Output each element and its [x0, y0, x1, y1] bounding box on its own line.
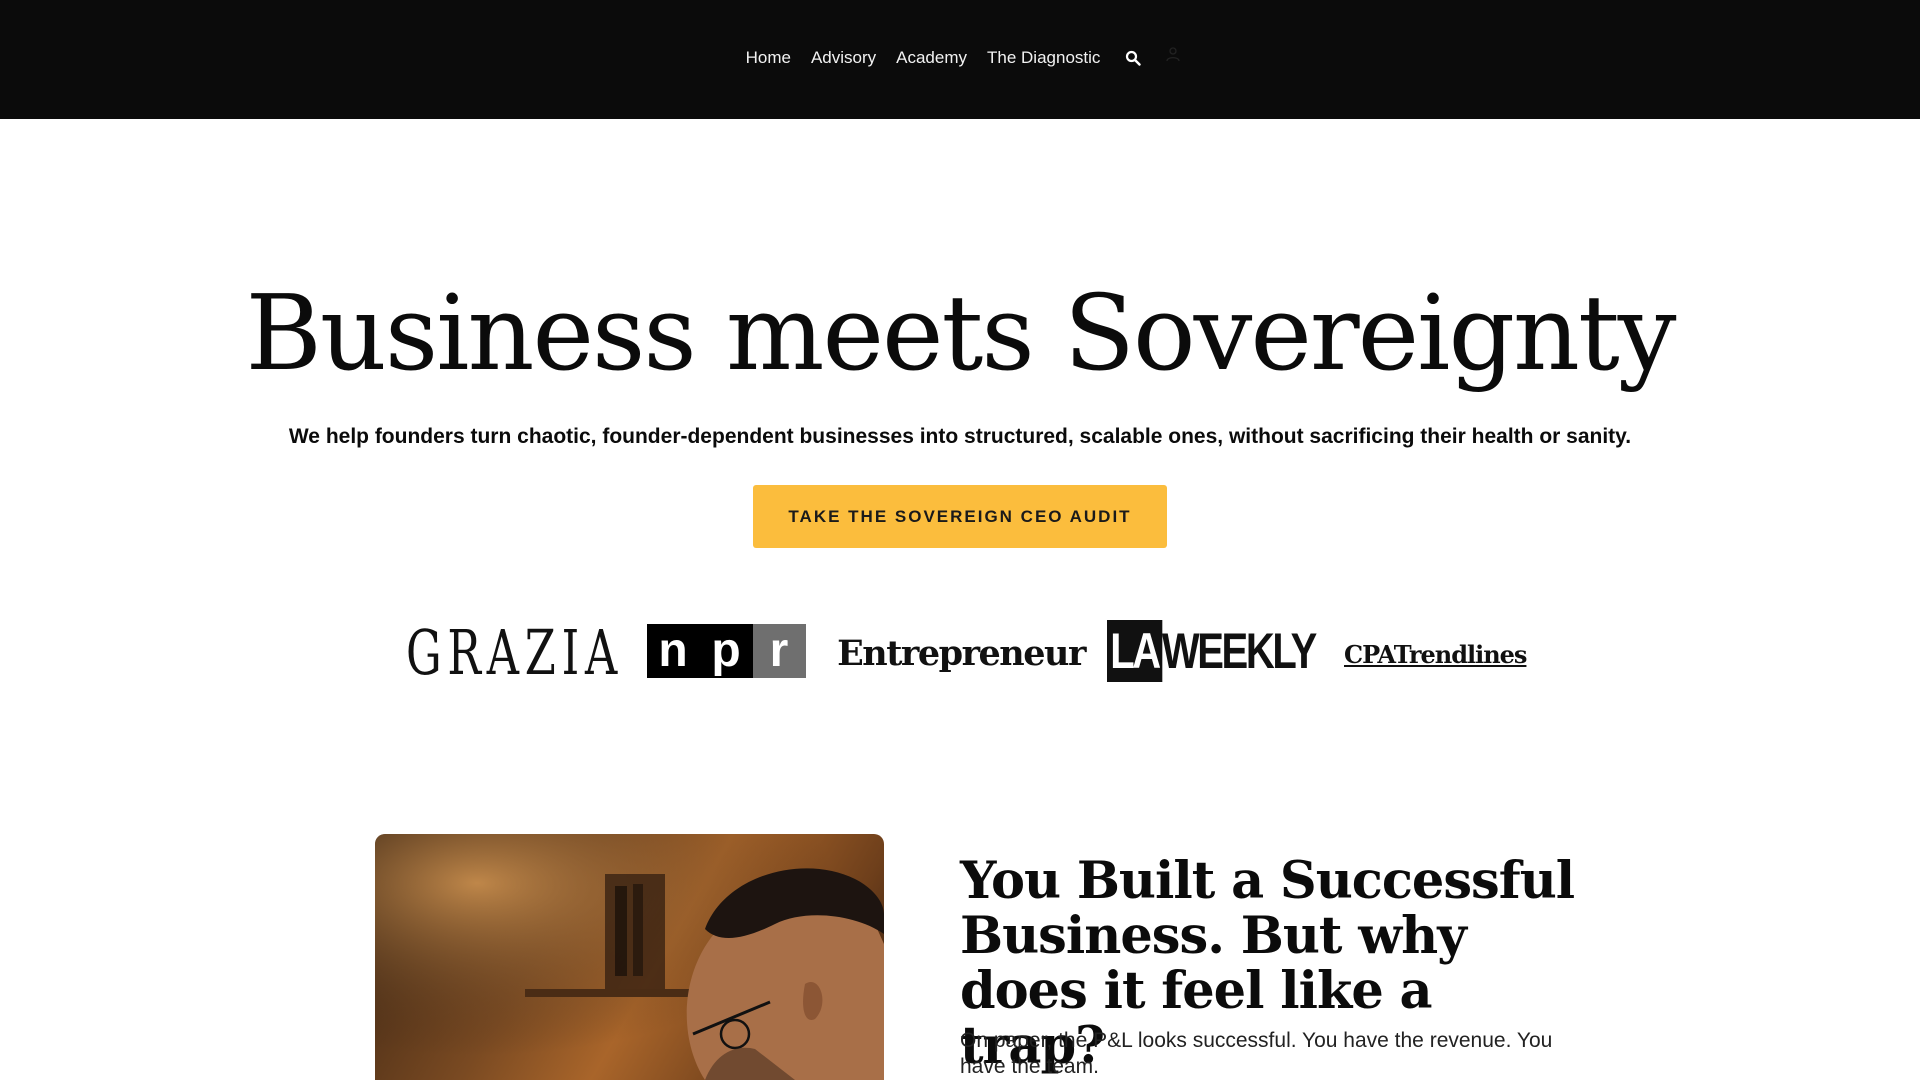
audit-cta-button[interactable]: TAKE THE SOVEREIGN CEO AUDIT: [753, 485, 1167, 548]
nav-academy-link[interactable]: Academy: [886, 48, 977, 68]
search-icon[interactable]: [1122, 47, 1144, 69]
grazia-logo: GRAZIA: [406, 615, 623, 689]
laweekly-logo-weekly: WEEKLY: [1161, 623, 1317, 679]
cpatrendlines-logo: CPATrendlines: [1344, 634, 1527, 674]
hero-subtitle: We help founders turn chaotic, founder-d…: [288, 425, 1632, 448]
section-body: On paper, the P&L looks successful. You …: [960, 1029, 1553, 1078]
npr-logo-p: p: [699, 624, 753, 678]
cpatrendlines-logo-text: CPATrendlines: [1344, 639, 1527, 669]
entrepreneur-logo: Entrepreneur: [837, 632, 1086, 674]
founder-photo: [375, 834, 884, 1080]
nav-home-link[interactable]: Home: [736, 48, 801, 68]
laweekly-logo: LA WEEKLY: [1107, 620, 1317, 682]
top-navbar: Home Advisory Academy The Diagnostic: [0, 0, 1920, 119]
main-menu: Home Advisory Academy The Diagnostic: [0, 47, 1920, 69]
nav-diagnostic-link[interactable]: The Diagnostic: [977, 48, 1110, 68]
nav-advisory-link[interactable]: Advisory: [801, 48, 886, 68]
laweekly-logo-la: LA: [1107, 620, 1162, 682]
press-logos: GRAZIA n p r Entrepreneur LA WEEKLY CPATr…: [0, 615, 1920, 689]
user-icon[interactable]: [1162, 43, 1184, 65]
npr-logo-r: r: [752, 624, 806, 678]
npr-logo-n: n: [646, 624, 700, 678]
npr-logo: n p r: [646, 624, 806, 678]
founder-photo-illustration: [375, 834, 884, 1080]
hero-title: Business meets Sovereignty: [245, 272, 1676, 394]
